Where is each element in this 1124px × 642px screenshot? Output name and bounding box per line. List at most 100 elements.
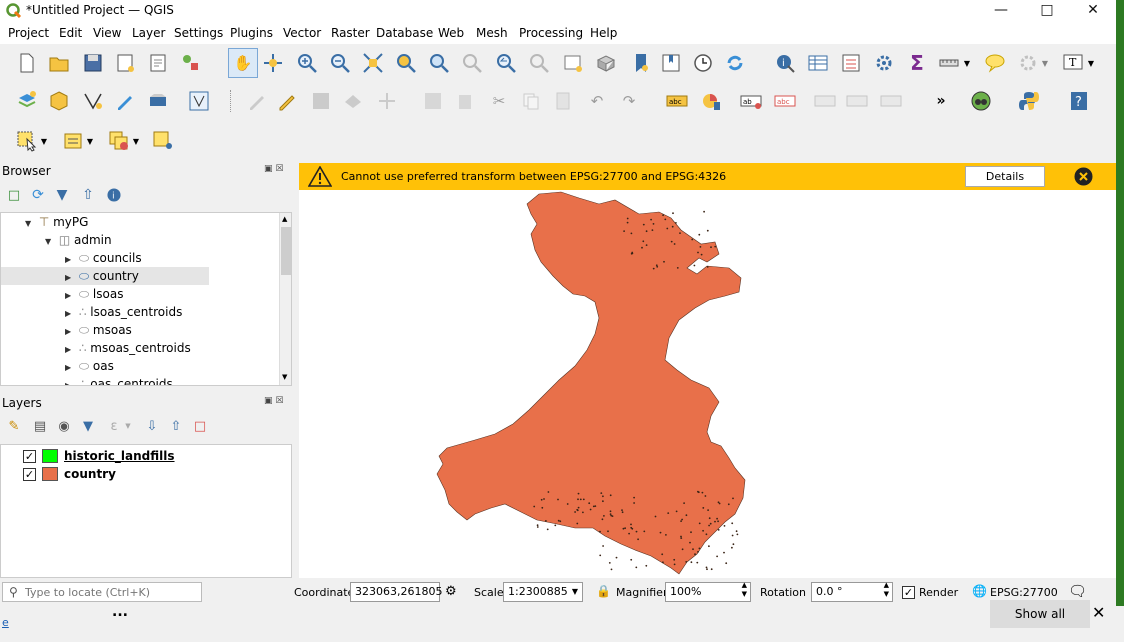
paste-features-icon[interactable] — [550, 88, 576, 114]
filter-browser-icon[interactable]: ▼ — [52, 185, 72, 205]
toolbar-overflow-icon[interactable]: » — [928, 88, 954, 114]
pin-unpin-labels-icon[interactable]: abc — [772, 88, 798, 114]
undo-icon[interactable]: ↶ — [584, 88, 610, 114]
select-features-icon[interactable] — [14, 128, 40, 154]
python-console-icon[interactable] — [1016, 88, 1042, 114]
zoom-to-selection-icon[interactable] — [393, 50, 419, 76]
toggle-extents-icon[interactable]: ⚙ — [445, 584, 457, 599]
select-by-value-dropdown-icon[interactable]: ▼ — [84, 128, 96, 154]
float-panel-icon[interactable]: ▣ — [264, 164, 273, 174]
collapse-all-icon[interactable]: ⇧ — [78, 185, 98, 205]
scroll-up-icon[interactable]: ▲ — [282, 215, 287, 223]
map-canvas[interactable] — [299, 190, 1116, 578]
vertex-tool-icon[interactable] — [186, 88, 212, 114]
data-source-manager-icon[interactable] — [14, 88, 40, 114]
new-map-view-icon[interactable] — [560, 50, 586, 76]
menu-layer[interactable]: Layer — [132, 26, 165, 40]
scale-dropdown-icon[interactable]: ▼ — [572, 583, 578, 601]
wales-map[interactable] — [299, 190, 1116, 578]
zoom-full-icon[interactable] — [360, 50, 386, 76]
layers-panel-buttons[interactable]: ▣ ☒ — [264, 396, 283, 406]
messages-icon[interactable]: 🗨 — [1068, 582, 1087, 600]
minimize-button[interactable]: — — [978, 0, 1024, 22]
show-all-button[interactable]: Show all — [990, 600, 1090, 628]
new-geopackage-layer-icon[interactable] — [46, 88, 72, 114]
zoom-out-icon[interactable] — [327, 50, 353, 76]
tree-item-lsoas-centroids[interactable]: ▶ ∴ lsoas_centroids — [65, 303, 182, 321]
plugin-globe-icon[interactable] — [968, 88, 994, 114]
help-contents-icon[interactable]: ? — [1066, 88, 1092, 114]
move-label-icon[interactable] — [844, 88, 870, 114]
toggle-editing-icon[interactable] — [274, 88, 300, 114]
close-window-button[interactable]: ✕ — [1070, 0, 1116, 22]
expand-all-icon[interactable]: ⇩ — [142, 416, 162, 436]
menu-edit[interactable]: Edit — [59, 26, 82, 40]
redo-icon[interactable]: ↷ — [616, 88, 642, 114]
attribute-table-icon[interactable] — [805, 50, 831, 76]
digitize-with-pen-icon[interactable] — [112, 88, 138, 114]
menu-vector[interactable]: Vector — [283, 26, 321, 40]
processing-toolbox-icon[interactable] — [871, 50, 897, 76]
close-panel-icon[interactable]: ☒ — [275, 396, 283, 406]
statistical-summary-icon[interactable]: Σ — [904, 50, 930, 76]
deselect-dropdown-icon[interactable]: ▼ — [130, 128, 142, 154]
tree-item-oas[interactable]: ▶ ⬭ oas — [65, 357, 114, 375]
crs-globe-icon[interactable]: 🌐 — [972, 584, 987, 598]
browser-scrollbar[interactable]: ▲ ▼ — [279, 213, 291, 385]
menu-processing[interactable]: Processing — [519, 26, 583, 40]
menu-view[interactable]: View — [93, 26, 121, 40]
more-options-icon[interactable]: ... — [112, 604, 128, 620]
maximize-button[interactable]: □ — [1024, 0, 1070, 22]
menu-project[interactable]: Project — [8, 26, 49, 40]
layout-manager-icon[interactable] — [145, 50, 171, 76]
scroll-down-icon[interactable]: ▼ — [282, 373, 287, 381]
menu-web[interactable]: Web — [438, 26, 464, 40]
zoom-in-icon[interactable] — [294, 50, 320, 76]
annotation-icon[interactable] — [1015, 50, 1041, 76]
lock-scale-icon[interactable]: 🔒 — [596, 584, 611, 598]
text-annotation-icon[interactable]: T — [1060, 50, 1086, 76]
spin-arrows-icon[interactable]: ▲ ▼ — [884, 581, 889, 599]
deselect-all-icon[interactable] — [106, 128, 132, 154]
scale-combobox[interactable]: 1:2300885 ▼ — [503, 582, 583, 602]
manage-map-themes-icon[interactable]: ◉ — [54, 416, 74, 436]
show-hide-labels-icon[interactable] — [812, 88, 838, 114]
pan-to-selection-icon[interactable] — [260, 50, 286, 76]
tree-item-msoas-centroids[interactable]: ▶ ∴ msoas_centroids — [65, 339, 191, 357]
close-bar-icon[interactable]: ✕ — [1092, 603, 1105, 622]
scrollbar-thumb[interactable] — [281, 227, 291, 275]
tree-item-councils[interactable]: ▶ ⬭ councils — [65, 249, 142, 267]
new-3d-map-view-icon[interactable] — [593, 50, 619, 76]
select-by-value-icon[interactable] — [60, 128, 86, 154]
menu-mesh[interactable]: Mesh — [476, 26, 508, 40]
text-annotation-dropdown-icon[interactable]: ▼ — [1086, 50, 1096, 76]
modify-attributes-icon[interactable] — [420, 88, 446, 114]
filter-expression-dropdown-icon[interactable]: ▼ — [122, 416, 134, 436]
coordinate-field[interactable]: 323063,261805 — [350, 582, 442, 602]
properties-widget-icon[interactable]: i — [104, 185, 124, 205]
tree-item-mypg[interactable]: ▼ ⊤ myPG — [25, 213, 88, 231]
digitize-vertex-icon[interactable] — [80, 88, 106, 114]
crs-button[interactable]: EPSG:27700 — [990, 586, 1058, 599]
save-project-icon[interactable] — [80, 50, 106, 76]
open-project-icon[interactable] — [46, 50, 72, 76]
zoom-next-icon[interactable] — [526, 50, 552, 76]
details-button[interactable]: Details — [965, 166, 1045, 187]
select-by-location-icon[interactable] — [150, 128, 176, 154]
pan-map-icon[interactable]: ✋ — [228, 48, 258, 78]
cut-features-icon[interactable]: ✂ — [486, 88, 512, 114]
style-manager-icon[interactable] — [178, 50, 204, 76]
collapse-all-layers-icon[interactable]: ⇧ — [166, 416, 186, 436]
spin-arrows-icon[interactable]: ▲ ▼ — [742, 581, 747, 599]
add-feature-icon[interactable] — [340, 88, 366, 114]
map-tips-icon[interactable] — [982, 50, 1008, 76]
locator-input[interactable] — [25, 584, 197, 600]
tree-item-lsoas[interactable]: ▶ ⬭ lsoas — [65, 285, 123, 303]
taskbar-link[interactable]: e — [2, 616, 9, 629]
highlight-pinned-labels-icon[interactable]: ab — [738, 88, 764, 114]
annotation-dropdown-icon[interactable]: ▼ — [1040, 50, 1050, 76]
new-bookmark-icon[interactable] — [628, 50, 654, 76]
temporal-controller-icon[interactable] — [690, 50, 716, 76]
gps-toolbar-icon[interactable] — [145, 88, 171, 114]
layer-visibility-checkbox[interactable]: ✓ — [23, 449, 36, 463]
